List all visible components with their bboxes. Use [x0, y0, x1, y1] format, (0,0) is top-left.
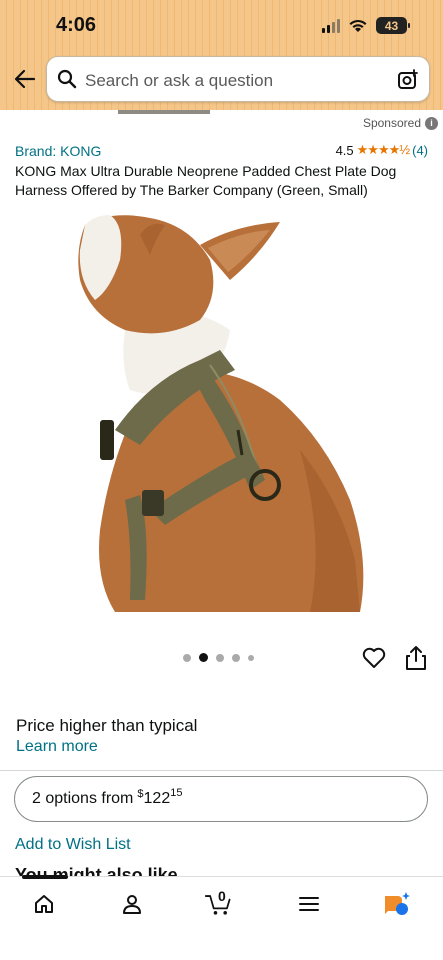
rufus-icon: [385, 892, 410, 915]
carousel-dot-active[interactable]: [199, 653, 208, 662]
carousel-dot[interactable]: [183, 653, 191, 662]
add-to-wishlist-link[interactable]: Add to Wish List: [15, 836, 131, 854]
nav-account[interactable]: [117, 891, 147, 917]
sponsored-label[interactable]: Sponsored i: [363, 116, 438, 130]
app-header: 4:06 43 Search or ask a question: [0, 0, 443, 110]
menu-icon: [299, 897, 319, 911]
back-arrow-icon[interactable]: [12, 66, 38, 92]
star-rating-icon: ★★★★½: [356, 142, 410, 157]
sponsored-text: Sponsored: [362, 116, 421, 130]
search-icon: [57, 69, 77, 89]
carousel-dot[interactable]: [216, 653, 224, 662]
wifi-icon: [349, 19, 367, 32]
status-icons: 43: [322, 17, 410, 34]
rating-summary[interactable]: 4.5 ★★★★½ (4): [336, 142, 428, 158]
banner-strip: [118, 110, 210, 114]
price-higher-note: Price higher than typical: [16, 716, 198, 735]
active-tab-indicator: [22, 875, 68, 879]
bottom-navigation: 0: [0, 875, 443, 960]
info-icon[interactable]: i: [425, 116, 438, 130]
nav-home[interactable]: [29, 891, 59, 917]
learn-more-link[interactable]: Learn more: [16, 738, 98, 756]
heart-icon[interactable]: [362, 647, 386, 669]
battery-icon: 43: [376, 17, 410, 34]
options-button[interactable]: 2 options from $ 122 15: [14, 776, 428, 822]
product-image[interactable]: [70, 200, 370, 615]
search-bar[interactable]: Search or ask a question: [46, 56, 430, 102]
image-carousel-dots[interactable]: [183, 653, 254, 662]
status-time: 4:06: [56, 14, 97, 36]
nav-cart[interactable]: 0: [204, 888, 234, 917]
search-input[interactable]: Search or ask a question: [85, 71, 273, 91]
divider: [0, 770, 443, 771]
rating-value: 4.5: [335, 142, 354, 158]
options-label: 2 options from: [32, 790, 134, 807]
home-icon: [35, 895, 53, 913]
carousel-dot[interactable]: [232, 653, 240, 662]
carousel-dot[interactable]: [248, 654, 254, 661]
price-currency: $: [137, 788, 144, 800]
price-whole: 122: [143, 790, 171, 807]
rating-count[interactable]: (4): [412, 143, 428, 158]
nav-menu[interactable]: [294, 891, 324, 917]
nav-rufus[interactable]: [382, 891, 412, 917]
product-title: KONG Max Ultra Durable Neoprene Padded C…: [15, 163, 397, 198]
account-icon: [123, 895, 141, 914]
brand-link[interactable]: Brand: KONG: [15, 143, 101, 159]
price-fraction: 15: [170, 787, 183, 799]
cart-count: 0: [218, 888, 226, 904]
camera-search-icon[interactable]: [397, 69, 419, 91]
share-icon[interactable]: [404, 645, 428, 671]
cellular-signal-icon: [322, 18, 340, 33]
